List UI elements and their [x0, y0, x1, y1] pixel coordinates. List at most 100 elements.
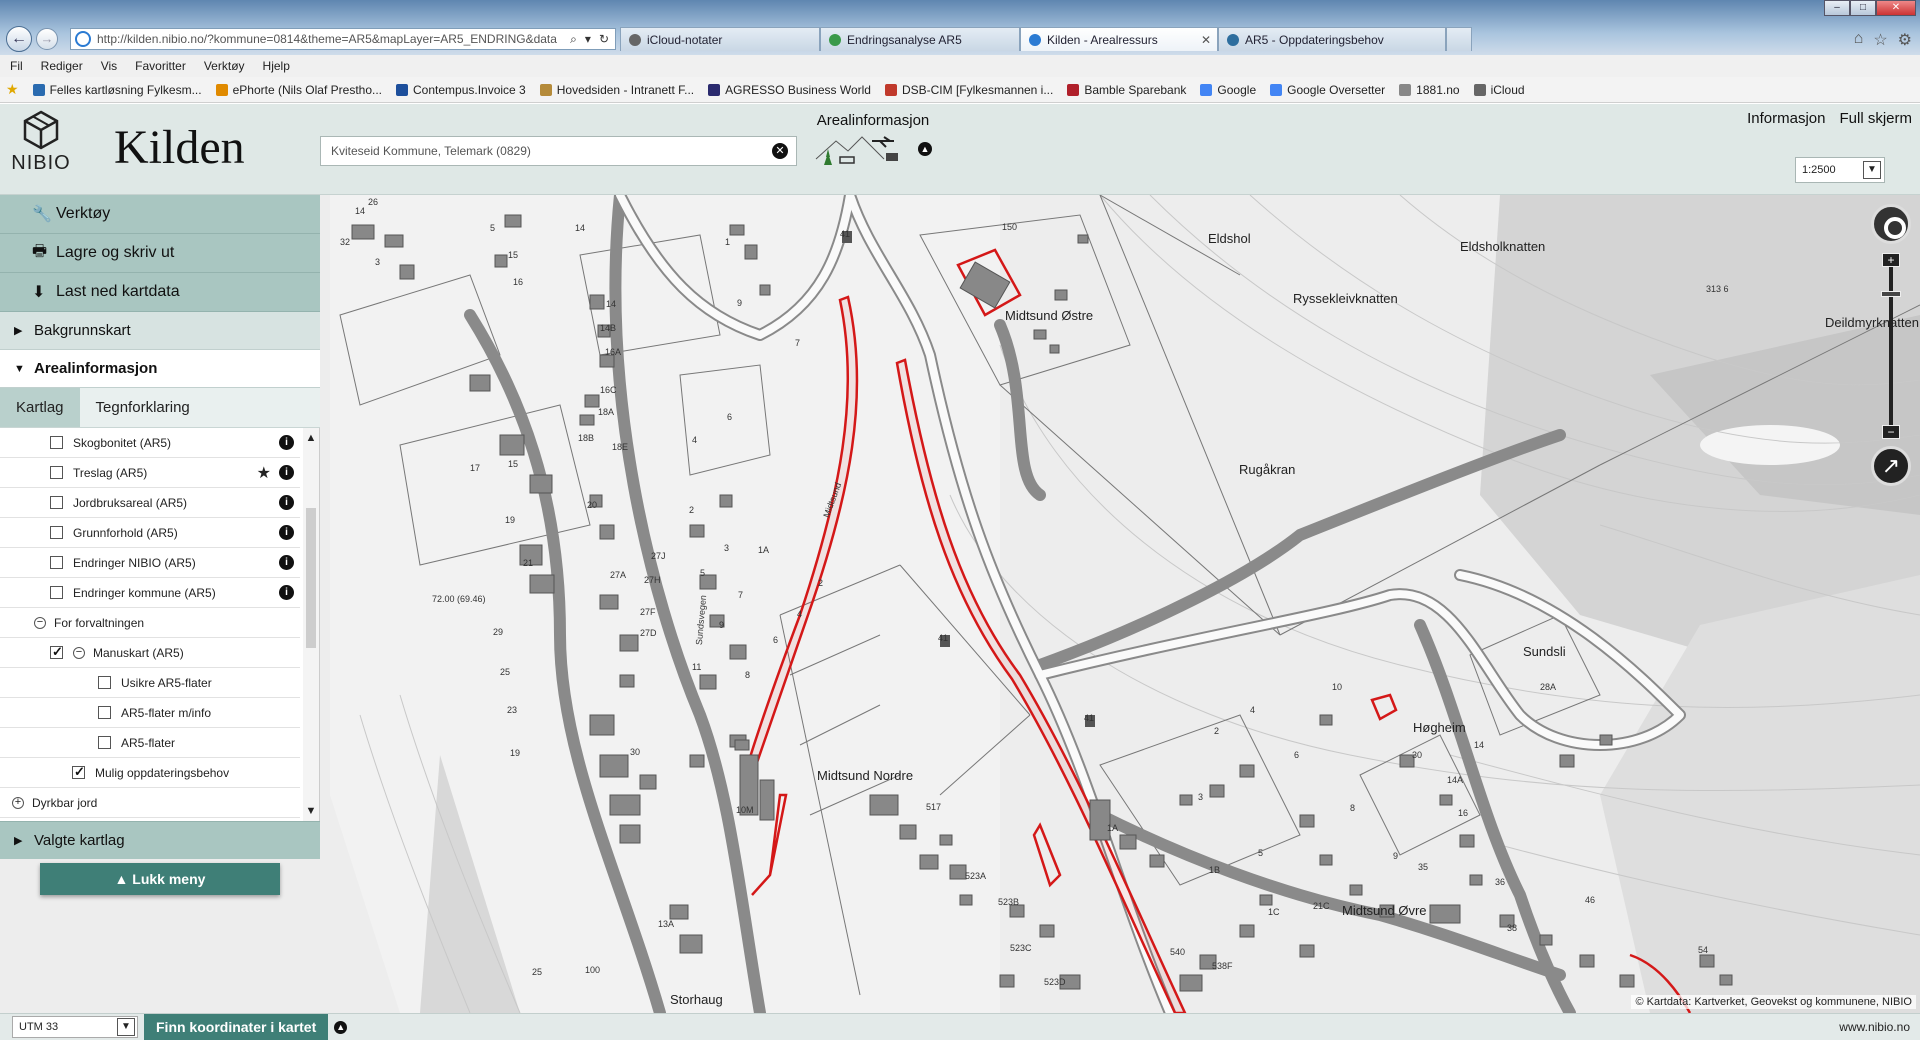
- expand-theme-icon[interactable]: ▲: [918, 142, 932, 156]
- menu-file[interactable]: Fil: [10, 59, 23, 73]
- scroll-up-icon[interactable]: ▲: [303, 432, 319, 444]
- tool-last-ned-kartdata[interactable]: ⬇ Last ned kartdata: [0, 273, 320, 312]
- tab-kilden-arealressurs[interactable]: Kilden - Arealressurs ✕: [1020, 27, 1218, 51]
- info-icon[interactable]: i: [279, 465, 294, 480]
- layer-item[interactable]: Jordbruksareal (AR5) i: [0, 488, 300, 518]
- sublayer-item[interactable]: AR5-flater m/info: [0, 698, 300, 728]
- info-icon[interactable]: i: [279, 525, 294, 540]
- close-menu-button[interactable]: ▲ Lukk meny: [40, 863, 280, 895]
- tab-kartlag[interactable]: Kartlag: [0, 388, 80, 427]
- nibio-logo[interactable]: NIBIO: [10, 110, 72, 175]
- close-window-button[interactable]: ✕: [1876, 0, 1916, 16]
- favorite-link[interactable]: ePhorte (Nils Olaf Prestho...: [215, 83, 382, 97]
- information-link[interactable]: Informasjon: [1747, 110, 1825, 127]
- back-button[interactable]: ←: [6, 26, 32, 52]
- favorite-link[interactable]: Bamble Sparebank: [1067, 83, 1186, 97]
- scroll-thumb[interactable]: [306, 508, 316, 648]
- close-tab-icon[interactable]: ✕: [1201, 33, 1211, 47]
- search-icon[interactable]: ⌕: [570, 32, 577, 47]
- star-icon[interactable]: ★: [257, 463, 271, 483]
- layer-list-scrollbar[interactable]: ▲ ▼: [303, 428, 319, 821]
- sublayer-item[interactable]: AR5-flater: [0, 728, 300, 758]
- scroll-down-icon[interactable]: ▼: [303, 805, 319, 817]
- info-icon[interactable]: i: [279, 555, 294, 570]
- maximize-button[interactable]: □: [1850, 0, 1876, 16]
- forward-button[interactable]: →: [36, 28, 58, 50]
- menu-edit[interactable]: Rediger: [41, 59, 83, 73]
- layer-checkbox[interactable]: [50, 644, 63, 660]
- accordion-valgte-kartlag[interactable]: ▶ Valgte kartlag: [0, 821, 320, 859]
- new-tab-button[interactable]: [1446, 27, 1472, 51]
- chevron-down-icon[interactable]: ▼: [117, 1018, 135, 1036]
- info-icon[interactable]: i: [279, 435, 294, 450]
- settings-gear-icon[interactable]: ⚙: [1898, 30, 1912, 50]
- zoom-in-button[interactable]: +: [1882, 253, 1900, 267]
- tab-icloud-notater[interactable]: iCloud-notater: [620, 27, 820, 51]
- collapse-icon[interactable]: −: [34, 616, 46, 629]
- compass-reset-icon[interactable]: [1871, 204, 1911, 244]
- layer-checkbox[interactable]: [50, 526, 63, 539]
- accordion-arealinformasjon[interactable]: ▼ Arealinformasjon: [0, 350, 320, 388]
- coordinate-system-select[interactable]: UTM 33 ▼: [12, 1016, 138, 1038]
- fullscreen-link[interactable]: Full skjerm: [1839, 110, 1912, 127]
- layer-checkbox[interactable]: [50, 496, 63, 509]
- tab-tegnforklaring[interactable]: Tegnforklaring: [80, 388, 206, 427]
- layer-item[interactable]: − Manuskart (AR5): [0, 638, 300, 668]
- favorites-star-icon[interactable]: ☆: [1873, 30, 1887, 50]
- info-icon[interactable]: i: [279, 495, 294, 510]
- favorite-link[interactable]: Hovedsiden - Intranett F...: [539, 83, 694, 97]
- favorite-link[interactable]: Google Oversetter: [1270, 83, 1385, 97]
- menu-favorites[interactable]: Favoritter: [135, 59, 186, 73]
- menu-view[interactable]: Vis: [101, 59, 117, 73]
- layer-checkbox[interactable]: [98, 706, 111, 719]
- theme-selector[interactable]: Arealinformasjon ▲: [808, 112, 938, 167]
- refresh-icon[interactable]: ↻: [599, 32, 609, 47]
- tool-verktoy[interactable]: 🔧 Verktøy: [0, 195, 320, 234]
- expand-icon[interactable]: +: [12, 796, 24, 809]
- tab-ar5-oppdateringsbehov[interactable]: AR5 - Oppdateringsbehov: [1218, 27, 1446, 51]
- menu-help[interactable]: Hjelp: [263, 59, 290, 73]
- favorite-link[interactable]: 1881.no: [1399, 83, 1460, 97]
- layer-group[interactable]: + Dyrkbar jord: [0, 788, 300, 818]
- sublayer-item[interactable]: Usikre AR5-flater: [0, 668, 300, 698]
- info-icon[interactable]: i: [279, 585, 294, 600]
- layer-item[interactable]: Endringer kommune (AR5) i: [0, 578, 300, 608]
- layer-item[interactable]: Treslag (AR5) ★ i: [0, 458, 300, 488]
- layer-checkbox[interactable]: [72, 764, 85, 780]
- layer-checkbox[interactable]: [50, 556, 63, 569]
- layer-checkbox[interactable]: [50, 586, 63, 599]
- expand-up-icon[interactable]: ▲: [334, 1020, 348, 1034]
- zoom-out-button[interactable]: −: [1882, 425, 1900, 439]
- minimize-button[interactable]: –: [1824, 0, 1850, 16]
- layer-item[interactable]: Skogbonitet (AR5) i: [0, 428, 300, 458]
- address-bar[interactable]: http://kilden.nibio.no/?kommune=0814&the…: [70, 28, 616, 50]
- clear-search-icon[interactable]: ✕: [772, 143, 788, 159]
- favorite-link[interactable]: Felles kartløsning Fylkesm...: [32, 83, 202, 97]
- favorite-link[interactable]: Contempus.Invoice 3: [396, 83, 526, 97]
- scale-select[interactable]: 1:2500 ▼: [1795, 157, 1885, 183]
- favorite-link[interactable]: DSB-CIM [Fylkesmannen i...: [884, 83, 1053, 97]
- layer-item[interactable]: Endringer NIBIO (AR5) i: [0, 548, 300, 578]
- favorite-link[interactable]: iCloud: [1473, 83, 1525, 97]
- collapse-icon[interactable]: −: [73, 646, 85, 659]
- favorite-link[interactable]: Google: [1200, 83, 1256, 97]
- layer-checkbox[interactable]: [50, 466, 63, 479]
- zoom-slider[interactable]: + −: [1881, 253, 1901, 439]
- tab-endringsanalyse[interactable]: Endringsanalyse AR5: [820, 27, 1020, 51]
- tool-lagre-skriv-ut[interactable]: 🖶 Lagre og skriv ut: [0, 234, 320, 273]
- home-icon[interactable]: ⌂: [1854, 30, 1864, 50]
- layer-checkbox[interactable]: [98, 676, 111, 689]
- measure-tool-icon[interactable]: ↗: [1871, 446, 1911, 486]
- site-url[interactable]: www.nibio.no: [1839, 1020, 1910, 1034]
- layer-group[interactable]: − For forvaltningen: [0, 608, 300, 638]
- address-bar-url[interactable]: http://kilden.nibio.no/?kommune=0814&the…: [97, 32, 564, 46]
- dropdown-arrow-icon[interactable]: ▾: [585, 32, 591, 47]
- layer-item[interactable]: Grunnforhold (AR5) i: [0, 518, 300, 548]
- menu-tools[interactable]: Verktøy: [204, 59, 245, 73]
- layer-item[interactable]: Mulig oppdateringsbehov: [0, 758, 300, 788]
- zoom-handle[interactable]: [1881, 291, 1901, 297]
- chevron-down-icon[interactable]: ▼: [1863, 161, 1881, 179]
- layer-checkbox[interactable]: [98, 736, 111, 749]
- find-coordinates-button[interactable]: Finn koordinater i kartet: [144, 1013, 329, 1040]
- accordion-bakgrunnskart[interactable]: ▶ Bakgrunnskart: [0, 312, 320, 350]
